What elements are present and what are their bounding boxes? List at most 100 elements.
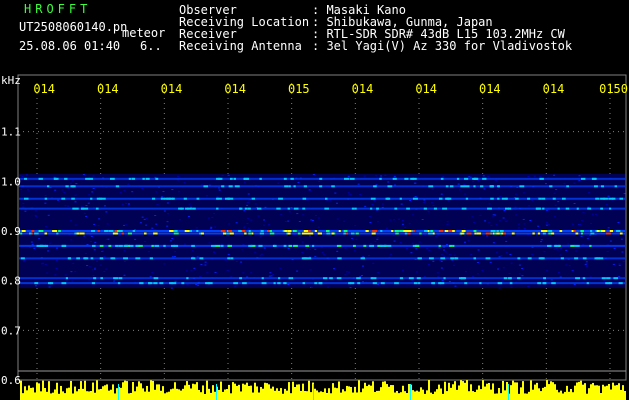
- noise-pixel: [154, 214, 157, 216]
- noise-pixel: [134, 238, 137, 240]
- noise-pixel: [92, 187, 95, 189]
- signal-pixel: [153, 232, 158, 235]
- noise-pixel: [623, 193, 626, 195]
- noise-pixel: [298, 237, 301, 239]
- noise-pixel: [25, 174, 28, 176]
- signal-pixel: [394, 207, 398, 210]
- signal-pixel: [463, 277, 467, 280]
- noise-pixel: [85, 205, 88, 207]
- noise-pixel: [156, 203, 159, 205]
- signal-pixel: [580, 177, 586, 180]
- signal-pixel: [543, 277, 547, 280]
- amplitude-bar: [114, 393, 116, 400]
- signal-pixel: [222, 232, 227, 235]
- signal-pixel: [229, 177, 233, 180]
- signal-pixel: [261, 282, 267, 285]
- signal-pixel: [369, 244, 375, 247]
- noise-pixel: [333, 268, 336, 270]
- amplitude-bar: [574, 385, 576, 400]
- signal-pixel: [349, 177, 355, 180]
- signal-pixel: [115, 185, 120, 188]
- noise-pixel: [423, 276, 426, 278]
- noise-pixel: [96, 260, 99, 262]
- amplitude-bar: [576, 382, 578, 400]
- noise-pixel: [586, 238, 589, 240]
- amplitude-bar: [372, 381, 374, 400]
- signal-pixel: [331, 232, 335, 235]
- amplitude-bar: [570, 388, 572, 400]
- noise-pixel: [204, 264, 207, 266]
- noise-pixel: [496, 234, 499, 236]
- noise-pixel: [214, 271, 217, 273]
- noise-pixel: [174, 280, 177, 282]
- noise-pixel: [553, 216, 556, 218]
- noise-pixel: [178, 191, 181, 193]
- noise-pixel: [585, 263, 588, 265]
- noise-pixel: [310, 219, 313, 221]
- noise-pixel: [582, 211, 585, 213]
- signal-pixel: [404, 232, 408, 235]
- noise-pixel: [298, 221, 301, 223]
- amplitude-bar: [484, 386, 486, 400]
- noise-pixel: [547, 224, 550, 226]
- signal-pixel: [248, 232, 252, 235]
- signal-pixel: [485, 257, 491, 260]
- amplitude-bar: [142, 388, 144, 400]
- noise-pixel: [471, 216, 474, 218]
- noise-pixel: [94, 267, 97, 269]
- noise-pixel: [426, 248, 429, 250]
- amplitude-bar: [88, 391, 90, 400]
- noise-pixel: [248, 281, 251, 283]
- amplitude-bar: [364, 382, 366, 400]
- signal-pixel: [163, 244, 166, 247]
- noise-pixel: [401, 219, 404, 221]
- signal-pixel: [372, 282, 377, 285]
- noise-pixel: [496, 189, 499, 191]
- noise-pixel: [544, 183, 547, 185]
- amplitude-bar: [604, 386, 606, 400]
- signal-pixel: [31, 230, 35, 232]
- amplitude-bar: [580, 380, 582, 400]
- signal-pixel: [256, 207, 262, 210]
- signal-pixel: [248, 244, 253, 247]
- noise-pixel: [527, 205, 530, 207]
- signal-pixel: [121, 232, 124, 235]
- signal-pixel: [215, 244, 221, 247]
- noise-pixel: [375, 175, 378, 177]
- noise-pixel: [546, 270, 549, 272]
- signal-pixel: [148, 282, 151, 285]
- amplitude-bar: [550, 381, 552, 400]
- noise-pixel: [590, 223, 593, 225]
- signal-pixel: [228, 185, 233, 188]
- amplitude-bar: [82, 388, 84, 400]
- noise-pixel: [504, 220, 507, 222]
- noise-pixel: [363, 175, 366, 177]
- noise-pixel: [183, 182, 186, 184]
- noise-pixel: [412, 214, 415, 216]
- signal-pixel: [108, 244, 112, 247]
- brand-title: HROFFT: [24, 2, 92, 16]
- meta-value: : 3el Yagi(V) Az 330 for Vladivostok: [312, 39, 573, 53]
- signal-pixel: [20, 257, 25, 260]
- signal-pixel: [537, 282, 542, 285]
- amplitude-bar: [218, 389, 220, 400]
- noise-pixel: [473, 221, 476, 223]
- amplitude-bar: [224, 389, 226, 400]
- signal-pixel: [116, 230, 120, 232]
- noise-pixel: [166, 225, 169, 227]
- signal-pixel: [519, 185, 525, 188]
- noise-pixel: [21, 175, 24, 177]
- signal-pixel: [143, 232, 147, 235]
- amplitude-bar: [34, 392, 36, 400]
- noise-pixel: [372, 262, 375, 264]
- noise-pixel: [193, 267, 196, 269]
- signal-pixel: [380, 282, 385, 285]
- noise-pixel: [317, 226, 320, 228]
- noise-pixel: [163, 210, 166, 212]
- signal-pixel: [36, 244, 42, 247]
- signal-pixel: [551, 232, 555, 235]
- signal-pixel: [350, 232, 355, 235]
- noise-pixel: [467, 240, 470, 242]
- amplitude-bar: [368, 384, 370, 400]
- noise-pixel: [571, 223, 574, 225]
